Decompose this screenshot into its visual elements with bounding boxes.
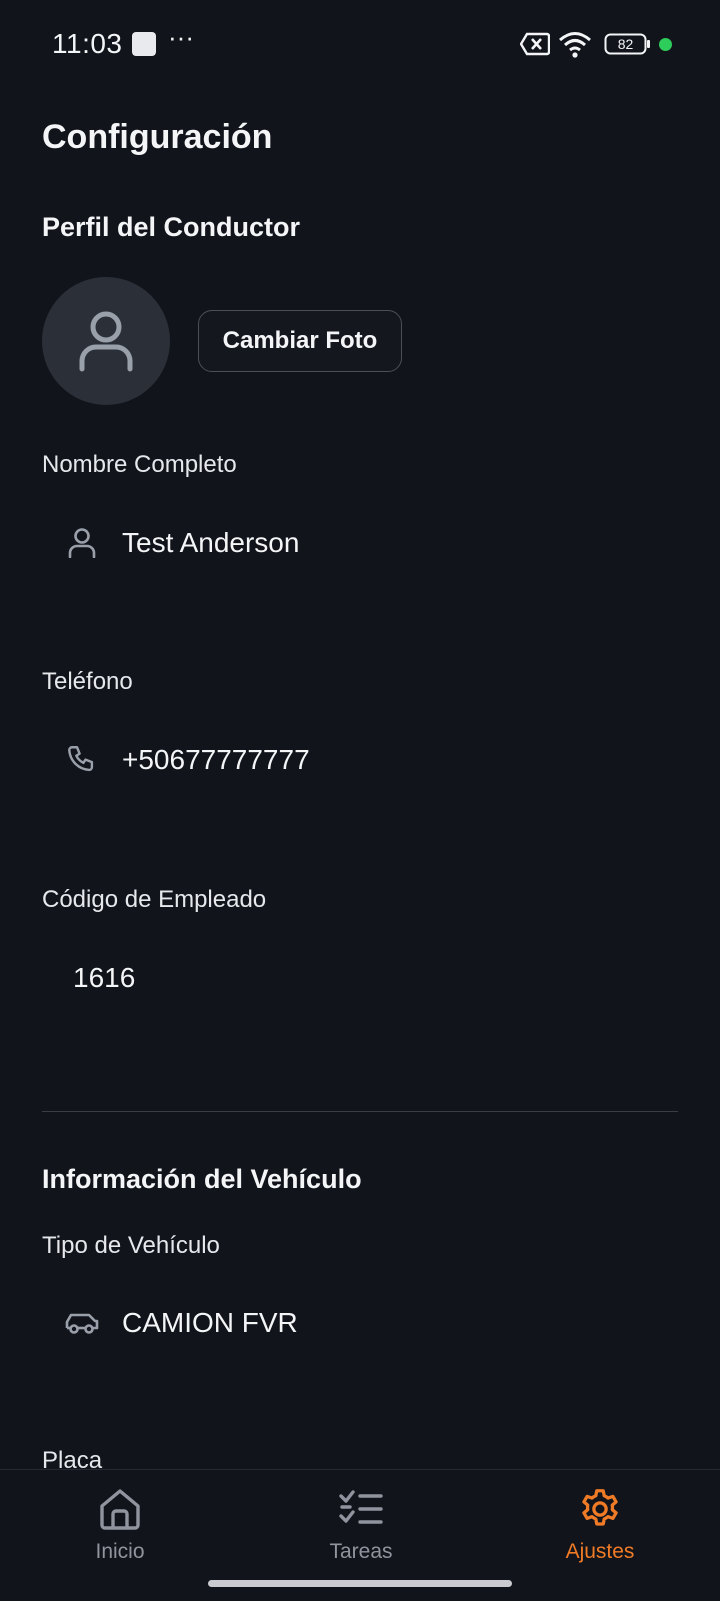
- privacy-indicator-dot: [659, 38, 672, 51]
- driver-profile-section-title: Perfil del Conductor: [42, 212, 301, 242]
- nav-label-inicio: Inicio: [95, 1540, 145, 1563]
- status-time: 11:03: [52, 28, 123, 59]
- user-icon: [42, 528, 122, 558]
- section-divider: [42, 1111, 678, 1112]
- battery-icon: 82: [604, 33, 652, 60]
- phone-label: Teléfono: [42, 668, 133, 695]
- vehicle-type-label: Tipo de Vehículo: [42, 1232, 220, 1259]
- vehicle-type-value: CAMION FVR: [122, 1307, 298, 1338]
- home-icon: [100, 1489, 140, 1530]
- employee-code-label: Código de Empleado: [42, 886, 267, 913]
- nav-label-ajustes: Ajustes: [565, 1540, 635, 1563]
- phone-value: +50677777777: [122, 744, 310, 775]
- avatar-user-icon: [79, 311, 133, 372]
- vehicle-type-field[interactable]: CAMION FVR: [42, 1288, 678, 1358]
- car-icon: [42, 1310, 122, 1336]
- full-name-field[interactable]: Test Anderson: [42, 508, 678, 578]
- nav-item-ajustes[interactable]: Ajustes: [520, 1486, 680, 1564]
- phone-icon: [42, 743, 122, 777]
- employee-code-field[interactable]: 1616: [42, 943, 678, 1013]
- nav-item-tareas[interactable]: Tareas: [281, 1486, 441, 1564]
- change-photo-button[interactable]: Cambiar Foto: [198, 310, 402, 372]
- wifi-icon: [558, 30, 592, 63]
- notification-icon: [132, 32, 156, 56]
- phone-field[interactable]: +50677777777: [42, 725, 678, 795]
- avatar: [42, 277, 170, 405]
- home-indicator[interactable]: [208, 1580, 512, 1587]
- more-notifications-icon: ···: [168, 22, 194, 52]
- nav-label-tareas: Tareas: [329, 1540, 393, 1563]
- nav-item-inicio[interactable]: Inicio: [40, 1486, 200, 1564]
- no-sim-icon: [519, 32, 551, 61]
- full-name-value: Test Anderson: [122, 527, 300, 558]
- page-title: Configuración: [42, 118, 273, 156]
- full-name-label: Nombre Completo: [42, 451, 237, 478]
- status-bar: 11:03 ··· 82: [0, 0, 720, 92]
- vehicle-info-section-title: Información del Vehículo: [42, 1164, 362, 1194]
- employee-code-value: 1616: [73, 962, 136, 993]
- battery-level: 82: [618, 36, 634, 52]
- settings-gear-icon: [582, 1489, 618, 1526]
- task-list-icon: [339, 1490, 383, 1524]
